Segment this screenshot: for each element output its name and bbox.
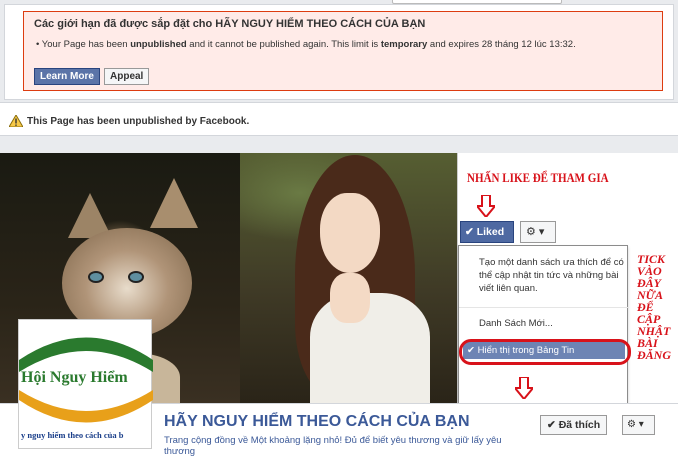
page-description: Trang cộng đồng về Một khoảng lặng nhỏ! … bbox=[164, 435, 502, 457]
unpublished-notice-text: This Page has been unpublished by Facebo… bbox=[27, 116, 250, 127]
warning-icon bbox=[9, 115, 23, 127]
cover-girl-image bbox=[240, 153, 457, 403]
limits-title: Các giới hạn đã được sắp đặt cho HÃY NGU… bbox=[34, 18, 426, 30]
liked-button[interactable]: ✔ Liked bbox=[460, 221, 514, 243]
tick-callout-text: TICK VÀO ĐÂY NỮA ĐỂ CẬP NHẬT BÀI ĐĂNG bbox=[637, 252, 672, 362]
girl-body bbox=[310, 293, 430, 403]
menu-divider bbox=[459, 307, 629, 308]
msg-text: Your Page has been bbox=[41, 39, 131, 50]
kitten-eye bbox=[128, 271, 144, 283]
girl-hands bbox=[330, 273, 370, 323]
learn-more-button[interactable]: Learn More bbox=[34, 68, 100, 85]
msg-bold-unpublished: unpublished bbox=[130, 39, 187, 50]
liked-dropdown-menu: Tạo một danh sách ưa thích để có thể cập… bbox=[458, 245, 631, 403]
girl-face bbox=[320, 193, 380, 273]
logo-tagline-text: y nguy hiểm theo cách của b bbox=[21, 430, 124, 440]
msg-text: and it cannot be published again. This l… bbox=[186, 39, 381, 50]
highlight-oval bbox=[459, 339, 631, 365]
kitten-eye bbox=[88, 271, 104, 283]
down-arrow-icon bbox=[515, 377, 533, 399]
logo-title-text: Hội Nguy Hiểm bbox=[21, 369, 128, 386]
profile-picture[interactable]: Hội Nguy Hiểm y nguy hiểm theo cách của … bbox=[18, 319, 153, 449]
msg-text: and expires 28 tháng 12 lúc 13:32. bbox=[427, 39, 576, 50]
like-callout-text: NHẤN LIKE ĐỂ THAM GIA bbox=[467, 170, 609, 185]
limits-card: Các giới hạn đã được sắp đặt cho HÃY NGU… bbox=[4, 4, 674, 100]
menu-create-list-item[interactable]: Tạo một danh sách ưa thích để có thể cập… bbox=[479, 256, 629, 295]
page-gear-button[interactable]: ⚙ ▾ bbox=[622, 415, 655, 435]
unpublished-notice: This Page has been unpublished by Facebo… bbox=[0, 102, 678, 136]
gear-menu-button[interactable]: ⚙ ▾ bbox=[520, 221, 556, 243]
page-liked-button[interactable]: ✔ Đã thích bbox=[540, 415, 608, 435]
limits-warning-box: Các giới hạn đã được sắp đặt cho HÃY NGU… bbox=[23, 11, 663, 91]
down-arrow-icon bbox=[477, 195, 495, 217]
limits-message: • Your Page has been unpublished and it … bbox=[36, 39, 576, 50]
kitten-ear bbox=[150, 178, 198, 228]
msg-bold-temporary: temporary bbox=[380, 39, 428, 50]
page-title[interactable]: HÃY NGUY HIỂM THEO CÁCH CỦA BẠN bbox=[164, 413, 470, 431]
appeal-button[interactable]: Appeal bbox=[104, 68, 150, 85]
menu-new-list-item[interactable]: Danh Sách Mới... bbox=[479, 318, 553, 329]
cover-instruction-panel: NHẤN LIKE ĐỂ THAM GIA ✔ Liked ⚙ ▾ Tạo mộ… bbox=[457, 153, 678, 403]
